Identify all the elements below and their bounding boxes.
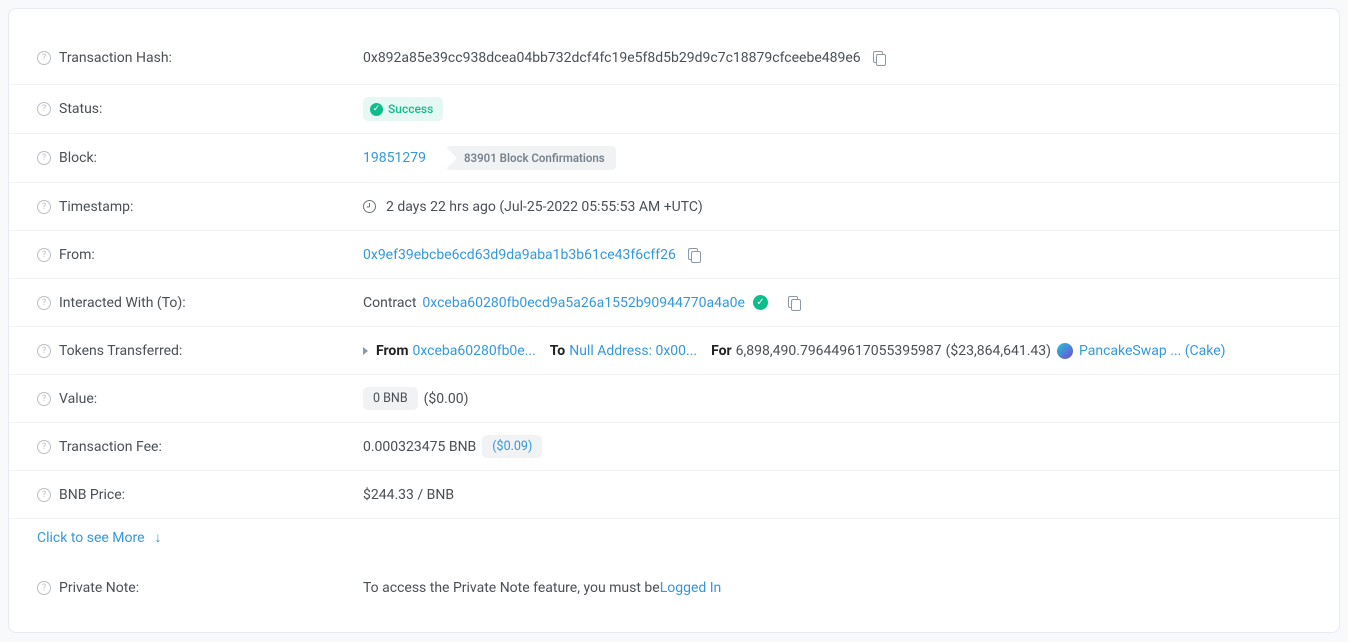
fee-bnb: 0.000323475 BNB bbox=[363, 439, 476, 455]
help-icon[interactable]: ? bbox=[37, 392, 51, 406]
label-block: Block: bbox=[59, 150, 97, 166]
transfer-to-addr[interactable]: Null Address: 0x00... bbox=[569, 343, 697, 359]
check-icon: ✓ bbox=[370, 103, 383, 116]
row-block: ? Block: 19851279 83901 Block Confirmati… bbox=[9, 134, 1339, 183]
fee-usd-pill[interactable]: ($0.09) bbox=[482, 435, 542, 458]
row-price: ? BNB Price: $244.33 / BNB bbox=[9, 471, 1339, 519]
label-value: Value: bbox=[59, 391, 97, 407]
label-timestamp: Timestamp: bbox=[59, 199, 133, 215]
help-icon[interactable]: ? bbox=[37, 344, 51, 358]
token-link[interactable]: PancakeSwap ... (Cake) bbox=[1079, 343, 1226, 359]
to-prefix: Contract bbox=[363, 295, 416, 311]
timestamp-value: 2 days 22 hrs ago (Jul-25-2022 05:55:53 … bbox=[386, 199, 703, 215]
transfer-to-label: To bbox=[550, 343, 565, 359]
help-icon[interactable]: ? bbox=[37, 200, 51, 214]
transfer-amount: 6,898,490.796449617055395987 bbox=[736, 343, 942, 359]
label-to: Interacted With (To): bbox=[59, 295, 186, 311]
from-address-link[interactable]: 0x9ef39ebcbe6cd63d9da9aba1b3b61ce43f6cff… bbox=[363, 247, 676, 263]
caret-right-icon bbox=[363, 347, 368, 355]
arrow-down-icon: ↓ bbox=[155, 529, 162, 546]
row-value: ? Value: 0 BNB ($0.00) bbox=[9, 375, 1339, 423]
block-link[interactable]: 19851279 bbox=[363, 150, 426, 166]
label-price: BNB Price: bbox=[59, 487, 125, 503]
transfer-usd: ($23,864,641.43) bbox=[946, 343, 1051, 359]
to-address-link[interactable]: 0xceba60280fb0ecd9a5a26a1552b90944770a4a… bbox=[422, 295, 744, 311]
help-icon[interactable]: ? bbox=[37, 581, 51, 595]
label-status: Status: bbox=[59, 101, 102, 117]
see-more-link[interactable]: Click to see More ↓ bbox=[37, 529, 162, 546]
row-note: ? Private Note: To access the Private No… bbox=[9, 564, 1339, 612]
transfer-for-label: For bbox=[711, 343, 732, 359]
row-tx-hash: ? Transaction Hash: 0x892a85e39cc938dcea… bbox=[9, 37, 1339, 85]
label-fee: Transaction Fee: bbox=[59, 439, 162, 455]
tx-hash-value: 0x892a85e39cc938dcea04bb732dcf4fc19e5f8d… bbox=[363, 50, 861, 66]
note-prefix: To access the Private Note feature, you … bbox=[363, 580, 660, 596]
tx-card: ? Transaction Hash: 0x892a85e39cc938dcea… bbox=[8, 8, 1340, 633]
row-from: ? From: 0x9ef39ebcbe6cd63d9da9aba1b3b61c… bbox=[9, 231, 1339, 279]
row-timestamp: ? Timestamp: 2 days 22 hrs ago (Jul-25-2… bbox=[9, 183, 1339, 231]
row-more: Click to see More ↓ bbox=[9, 519, 1339, 564]
help-icon[interactable]: ? bbox=[37, 296, 51, 310]
verified-icon: ✓ bbox=[753, 295, 768, 310]
clock-icon bbox=[363, 200, 376, 213]
token-logo-icon bbox=[1057, 343, 1073, 359]
status-text: Success bbox=[388, 102, 433, 116]
help-icon[interactable]: ? bbox=[37, 102, 51, 116]
label-from: From: bbox=[59, 247, 95, 263]
copy-icon[interactable] bbox=[788, 296, 802, 310]
row-fee: ? Transaction Fee: 0.000323475 BNB ($0.0… bbox=[9, 423, 1339, 471]
value-pill: 0 BNB bbox=[363, 387, 418, 410]
help-icon[interactable]: ? bbox=[37, 151, 51, 165]
see-more-text: Click to see More bbox=[37, 530, 145, 546]
row-tokens: ? Tokens Transferred: From 0xceba60280fb… bbox=[9, 327, 1339, 375]
copy-icon[interactable] bbox=[688, 248, 702, 262]
label-note: Private Note: bbox=[59, 580, 139, 596]
label-tokens: Tokens Transferred: bbox=[59, 343, 182, 359]
help-icon[interactable]: ? bbox=[37, 488, 51, 502]
row-status: ? Status: ✓ Success bbox=[9, 85, 1339, 134]
help-icon[interactable]: ? bbox=[37, 248, 51, 262]
value-usd: ($0.00) bbox=[424, 391, 469, 407]
row-to: ? Interacted With (To): Contract 0xceba6… bbox=[9, 279, 1339, 327]
transfer-from-addr[interactable]: 0xceba60280fb0e... bbox=[412, 343, 535, 359]
confirmations-badge: 83901 Block Confirmations bbox=[446, 146, 616, 170]
login-link[interactable]: Logged In bbox=[660, 580, 722, 596]
bnb-price-value: $244.33 / BNB bbox=[363, 487, 454, 503]
copy-icon[interactable] bbox=[873, 51, 887, 65]
label-tx-hash: Transaction Hash: bbox=[59, 50, 172, 66]
status-badge: ✓ Success bbox=[363, 97, 443, 121]
transfer-from-label: From bbox=[376, 343, 408, 359]
help-icon[interactable]: ? bbox=[37, 51, 51, 65]
help-icon[interactable]: ? bbox=[37, 440, 51, 454]
